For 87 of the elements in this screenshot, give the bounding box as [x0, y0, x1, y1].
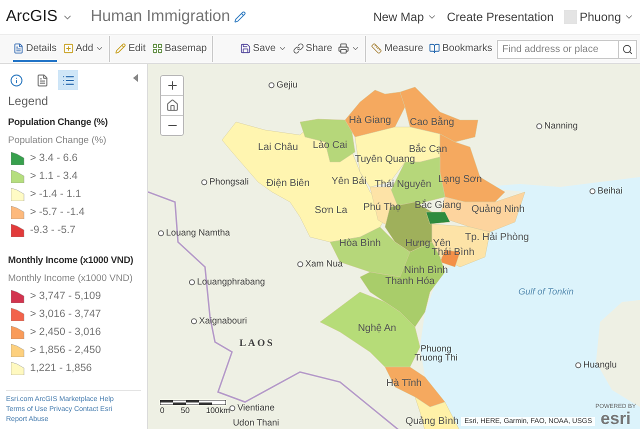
- map-label: Sơn La: [314, 206, 348, 216]
- map-label: Vientiane: [237, 403, 275, 413]
- legend-label: -9.3 - -5.7: [30, 224, 76, 236]
- toolbar-button[interactable]: Edit: [115, 36, 146, 62]
- tool-icon: [62, 42, 74, 54]
- search-icon: [622, 44, 634, 54]
- map-label: Udon Thani: [232, 418, 280, 428]
- legend-label: > 2,450 - 3,016: [30, 326, 101, 338]
- legend-label: > 1,856 - 2,450: [30, 344, 101, 356]
- map-label: Huanglu: [583, 360, 617, 370]
- map-label: Phú Thọ: [363, 202, 401, 214]
- legend-label: > 3.4 - 6.6: [30, 152, 78, 164]
- legend-label: > 1.1 - 3.4: [30, 170, 78, 182]
- tool-icon: [115, 42, 126, 54]
- map-label: LAOS: [239, 338, 275, 350]
- legend-label: > 3,747 - 5,109: [30, 290, 101, 302]
- map-label: Điện Biên: [266, 178, 310, 190]
- toolbar-button[interactable]: Basemap: [152, 36, 207, 62]
- tool-icon: [152, 42, 163, 54]
- map-label: Thái Nguyên: [374, 180, 432, 190]
- map-label: Nanning: [544, 121, 578, 131]
- list-icon: [62, 74, 74, 86]
- toolbar-button[interactable]: Save: [240, 36, 287, 62]
- toolbar-button[interactable]: Share: [292, 36, 332, 62]
- tool-icon: [429, 42, 440, 54]
- field-name: Population Change (%): [8, 135, 106, 146]
- map-label: Lạng Sơn: [438, 174, 482, 186]
- map-label: Lào Cai: [312, 140, 348, 152]
- field-name: Monthly Income (x1000 VND): [8, 273, 133, 284]
- legend-label: > -1.4 - 1.1: [30, 188, 82, 200]
- map-label: Lai Châu: [258, 142, 298, 154]
- header-menu-link[interactable]: New Map: [373, 10, 437, 24]
- map-label: Hà Giang: [348, 116, 392, 126]
- panel-title: Legend: [7, 93, 50, 108]
- layer-title: Population Change (%): [8, 117, 108, 128]
- scale-bar: [160, 400, 226, 405]
- map-label: Nghệ An: [358, 324, 396, 334]
- user-menu[interactable]: Phuong: [564, 10, 634, 24]
- map-label: Hòa Bình: [339, 238, 381, 250]
- collapse-icon[interactable]: [133, 74, 138, 82]
- map-label: Bắc Cạn: [408, 144, 448, 155]
- header-menu-link[interactable]: Create Presentation: [446, 10, 554, 24]
- tool-icon: [13, 42, 24, 54]
- map-label: Tp. Hải Phòng: [465, 232, 529, 244]
- tool-icon: [338, 42, 350, 54]
- legend-label: > -5.7 - -1.4: [30, 206, 85, 218]
- legend-label: 1,221 - 1,856: [30, 362, 92, 374]
- scale-label: 0: [160, 406, 164, 415]
- toolbar-button[interactable]: Details: [13, 36, 57, 62]
- toolbar-button[interactable]: Bookmarks: [429, 36, 492, 62]
- panel-tab[interactable]: [58, 70, 78, 90]
- tool-icon: [292, 42, 304, 54]
- document-icon: [36, 74, 48, 86]
- tool-icon: [371, 42, 382, 54]
- map-label: Phongsali: [209, 177, 249, 187]
- toolbar-button[interactable]: Add: [62, 36, 104, 62]
- scale-label: 50: [180, 406, 190, 415]
- avatar-icon: [564, 10, 577, 24]
- map-label: Gejiu: [276, 80, 298, 90]
- home-icon: [166, 99, 178, 112]
- search-field[interactable]: Find address or place: [497, 40, 620, 58]
- map-label: Phuong Truong Thi: [413, 344, 459, 364]
- scale-label: 100km: [206, 406, 230, 415]
- logo: esri: [600, 410, 631, 427]
- info-icon: [10, 74, 22, 86]
- map-label: Quảng Bình: [405, 416, 459, 428]
- map-label: Beihai: [597, 186, 623, 196]
- map-label: Louang Namtha: [166, 228, 230, 238]
- plus-icon: [166, 79, 178, 92]
- search-button[interactable]: [619, 40, 638, 58]
- tool-icon: [240, 42, 251, 54]
- app-name[interactable]: ArcGIS: [6, 8, 58, 26]
- map-label: Gulf of Tonkin: [517, 287, 575, 297]
- map-label: Thái Bình: [432, 248, 474, 258]
- map-label: Xam Nua: [305, 259, 343, 269]
- edit-icon[interactable]: [234, 11, 246, 23]
- map-label: Cao Bằng: [410, 118, 454, 128]
- map-label: Hưng Yên: [405, 238, 451, 249]
- map-label: Yên Bái: [331, 176, 367, 188]
- toolbar-button[interactable]: Measure: [371, 36, 424, 62]
- layer-title: Monthly Income (x1000 VND): [8, 255, 134, 266]
- map-label: Tuyên Quang: [354, 154, 416, 166]
- map-label: Thanh Hóa: [385, 276, 435, 288]
- map-title: Human Immigration: [90, 8, 230, 26]
- legend-label: > 3,016 - 3,747: [30, 308, 101, 320]
- map-label: Louangphrabang: [196, 277, 266, 287]
- map-label: Xaignabouri: [198, 316, 248, 326]
